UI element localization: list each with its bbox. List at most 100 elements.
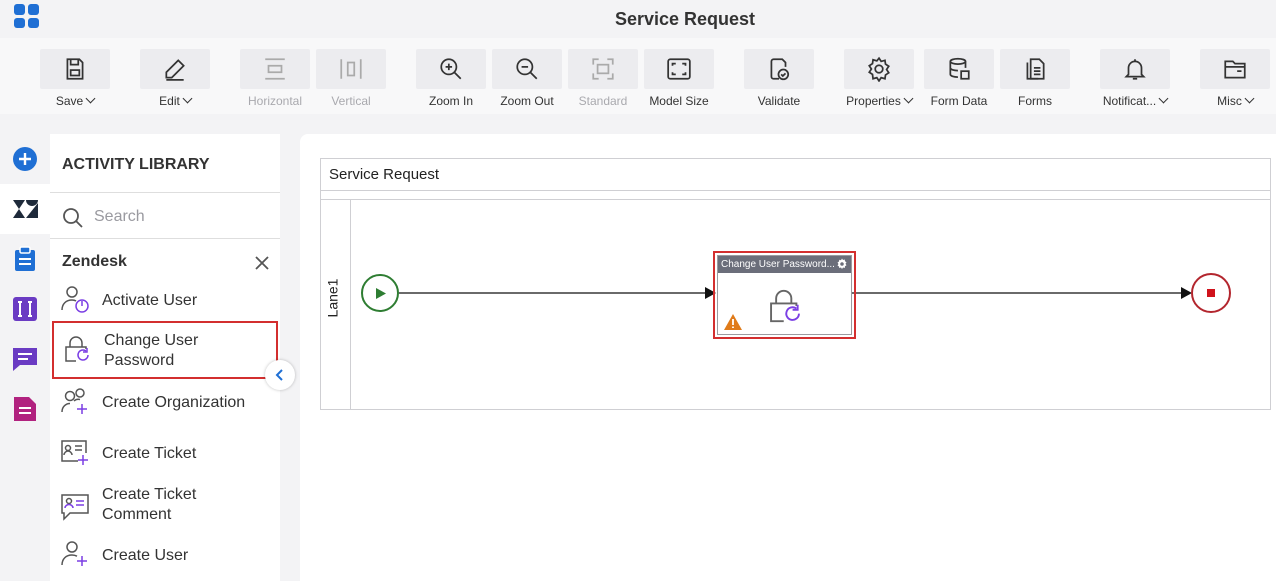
library-item-create-ticket-comment[interactable]: Create Ticket Comment xyxy=(52,480,278,534)
database-icon xyxy=(949,57,970,80)
left-rail xyxy=(0,134,50,581)
warning-icon[interactable] xyxy=(724,314,742,330)
start-event[interactable] xyxy=(361,274,399,312)
rail-chat-button[interactable] xyxy=(0,334,50,384)
library-item-create-organization[interactable]: Create Organization xyxy=(52,378,278,428)
chevron-left-icon xyxy=(275,369,283,381)
user-power-icon xyxy=(61,286,89,313)
close-icon[interactable] xyxy=(254,255,270,271)
validate-label: Validate xyxy=(757,94,801,108)
chevron-down-icon xyxy=(1158,93,1169,104)
collapse-panel-button[interactable] xyxy=(265,360,295,390)
library-item-change-user-password[interactable]: Change User Password xyxy=(52,321,278,379)
activity-library-panel: ACTIVITY LIBRARY Zendesk Activate User C… xyxy=(50,134,280,581)
fit-standard-icon xyxy=(592,58,614,80)
save-label: Save xyxy=(55,94,84,108)
validate-icon xyxy=(770,58,790,81)
library-item-create-ticket[interactable]: Create Ticket xyxy=(52,429,278,479)
horizontal-label: Horizontal xyxy=(247,94,303,108)
library-item-label: Change User Password xyxy=(104,332,199,369)
ticket-add-icon xyxy=(61,440,88,465)
text-field-icon xyxy=(13,297,37,321)
vertical-button[interactable]: Vertical xyxy=(316,49,386,111)
horizontal-button[interactable]: Horizontal xyxy=(240,49,310,111)
library-item-activate-user[interactable]: Activate User xyxy=(52,276,278,326)
chevron-down-icon xyxy=(85,93,96,104)
forms-label: Forms xyxy=(1018,94,1052,108)
gear-icon[interactable] xyxy=(836,258,848,270)
misc-label: Misc xyxy=(1217,94,1242,108)
horizontal-layout-icon xyxy=(265,58,285,80)
validate-button[interactable]: Validate xyxy=(744,49,814,111)
chevron-down-icon xyxy=(1244,93,1255,104)
library-item-label: Create Ticket Comment xyxy=(102,486,197,523)
form-data-label: Form Data xyxy=(930,94,988,108)
title-bar: Service Request xyxy=(0,0,1276,38)
play-icon xyxy=(376,288,386,299)
ticket-comment-icon xyxy=(61,494,89,521)
search-icon xyxy=(63,208,83,228)
notifications-label: Notificat... xyxy=(1102,94,1157,108)
zendesk-group-title: Zendesk xyxy=(62,253,127,270)
chat-icon xyxy=(13,348,37,371)
standard-label: Standard xyxy=(578,94,628,108)
standard-button[interactable]: Standard xyxy=(568,49,638,111)
save-icon xyxy=(66,58,84,80)
end-event[interactable] xyxy=(1191,273,1231,313)
properties-button[interactable]: Properties xyxy=(844,49,914,111)
rail-text-button[interactable] xyxy=(0,284,50,334)
library-item-label: Create User xyxy=(102,547,189,564)
add-icon xyxy=(13,147,37,171)
library-item-create-user[interactable]: Create User xyxy=(52,531,278,581)
chevron-down-icon xyxy=(903,93,914,104)
pool[interactable]: Service Request Lane1 Change User Passwo… xyxy=(320,158,1271,410)
forms-icon xyxy=(1026,58,1045,80)
model-size-button[interactable]: Model Size xyxy=(644,49,714,111)
notifications-button[interactable]: Notificat... xyxy=(1100,49,1170,111)
lock-refresh-icon xyxy=(65,336,89,362)
lock-refresh-icon xyxy=(770,289,800,323)
zoom-in-icon xyxy=(440,58,462,80)
divider xyxy=(50,238,280,239)
task-title: Change User Password... xyxy=(718,256,851,273)
library-title: ACTIVITY LIBRARY xyxy=(62,156,210,173)
edit-label: Edit xyxy=(159,94,180,108)
document-icon xyxy=(14,397,36,421)
rail-zendesk-button[interactable] xyxy=(0,184,50,234)
form-data-button[interactable]: Form Data xyxy=(924,49,994,111)
library-item-label: Activate User xyxy=(102,292,198,309)
pencil-icon xyxy=(165,59,185,81)
clipboard-icon xyxy=(15,246,35,271)
zoom-out-label: Zoom Out xyxy=(500,94,554,108)
library-item-label: Create Organization xyxy=(102,394,246,411)
save-button[interactable]: Save xyxy=(40,49,110,111)
properties-label: Properties xyxy=(846,94,901,108)
folder-icon xyxy=(1224,60,1246,79)
library-item-label: Create Ticket xyxy=(102,445,197,462)
change-user-password-task[interactable]: Change User Password... xyxy=(717,255,852,335)
rail-document-button[interactable] xyxy=(0,384,50,434)
model-size-icon xyxy=(667,58,691,80)
rail-add-button[interactable] xyxy=(0,134,50,184)
zoom-in-button[interactable]: Zoom In xyxy=(416,49,486,111)
toolbar: Save Edit Horizontal Vertical Zoom In Zo… xyxy=(0,38,1276,114)
chevron-down-icon xyxy=(182,93,193,104)
stop-icon xyxy=(1207,289,1215,297)
edit-button[interactable]: Edit xyxy=(140,49,210,111)
search-input[interactable] xyxy=(94,204,264,230)
zendesk-icon xyxy=(13,200,38,218)
users-add-icon xyxy=(61,388,87,414)
vertical-layout-icon xyxy=(340,59,362,79)
rail-clipboard-button[interactable] xyxy=(0,234,50,284)
divider xyxy=(50,192,280,193)
misc-button[interactable]: Misc xyxy=(1200,49,1270,111)
vertical-label: Vertical xyxy=(331,94,371,108)
model-size-label: Model Size xyxy=(649,94,709,108)
forms-button[interactable]: Forms xyxy=(1000,49,1070,111)
user-add-icon xyxy=(61,541,87,566)
zoom-out-button[interactable]: Zoom Out xyxy=(492,49,562,111)
process-canvas[interactable]: Service Request Lane1 Change User Passwo… xyxy=(300,134,1276,581)
page-title: Service Request xyxy=(614,9,756,29)
zoom-in-label: Zoom In xyxy=(428,94,473,108)
bell-icon xyxy=(1124,59,1146,80)
